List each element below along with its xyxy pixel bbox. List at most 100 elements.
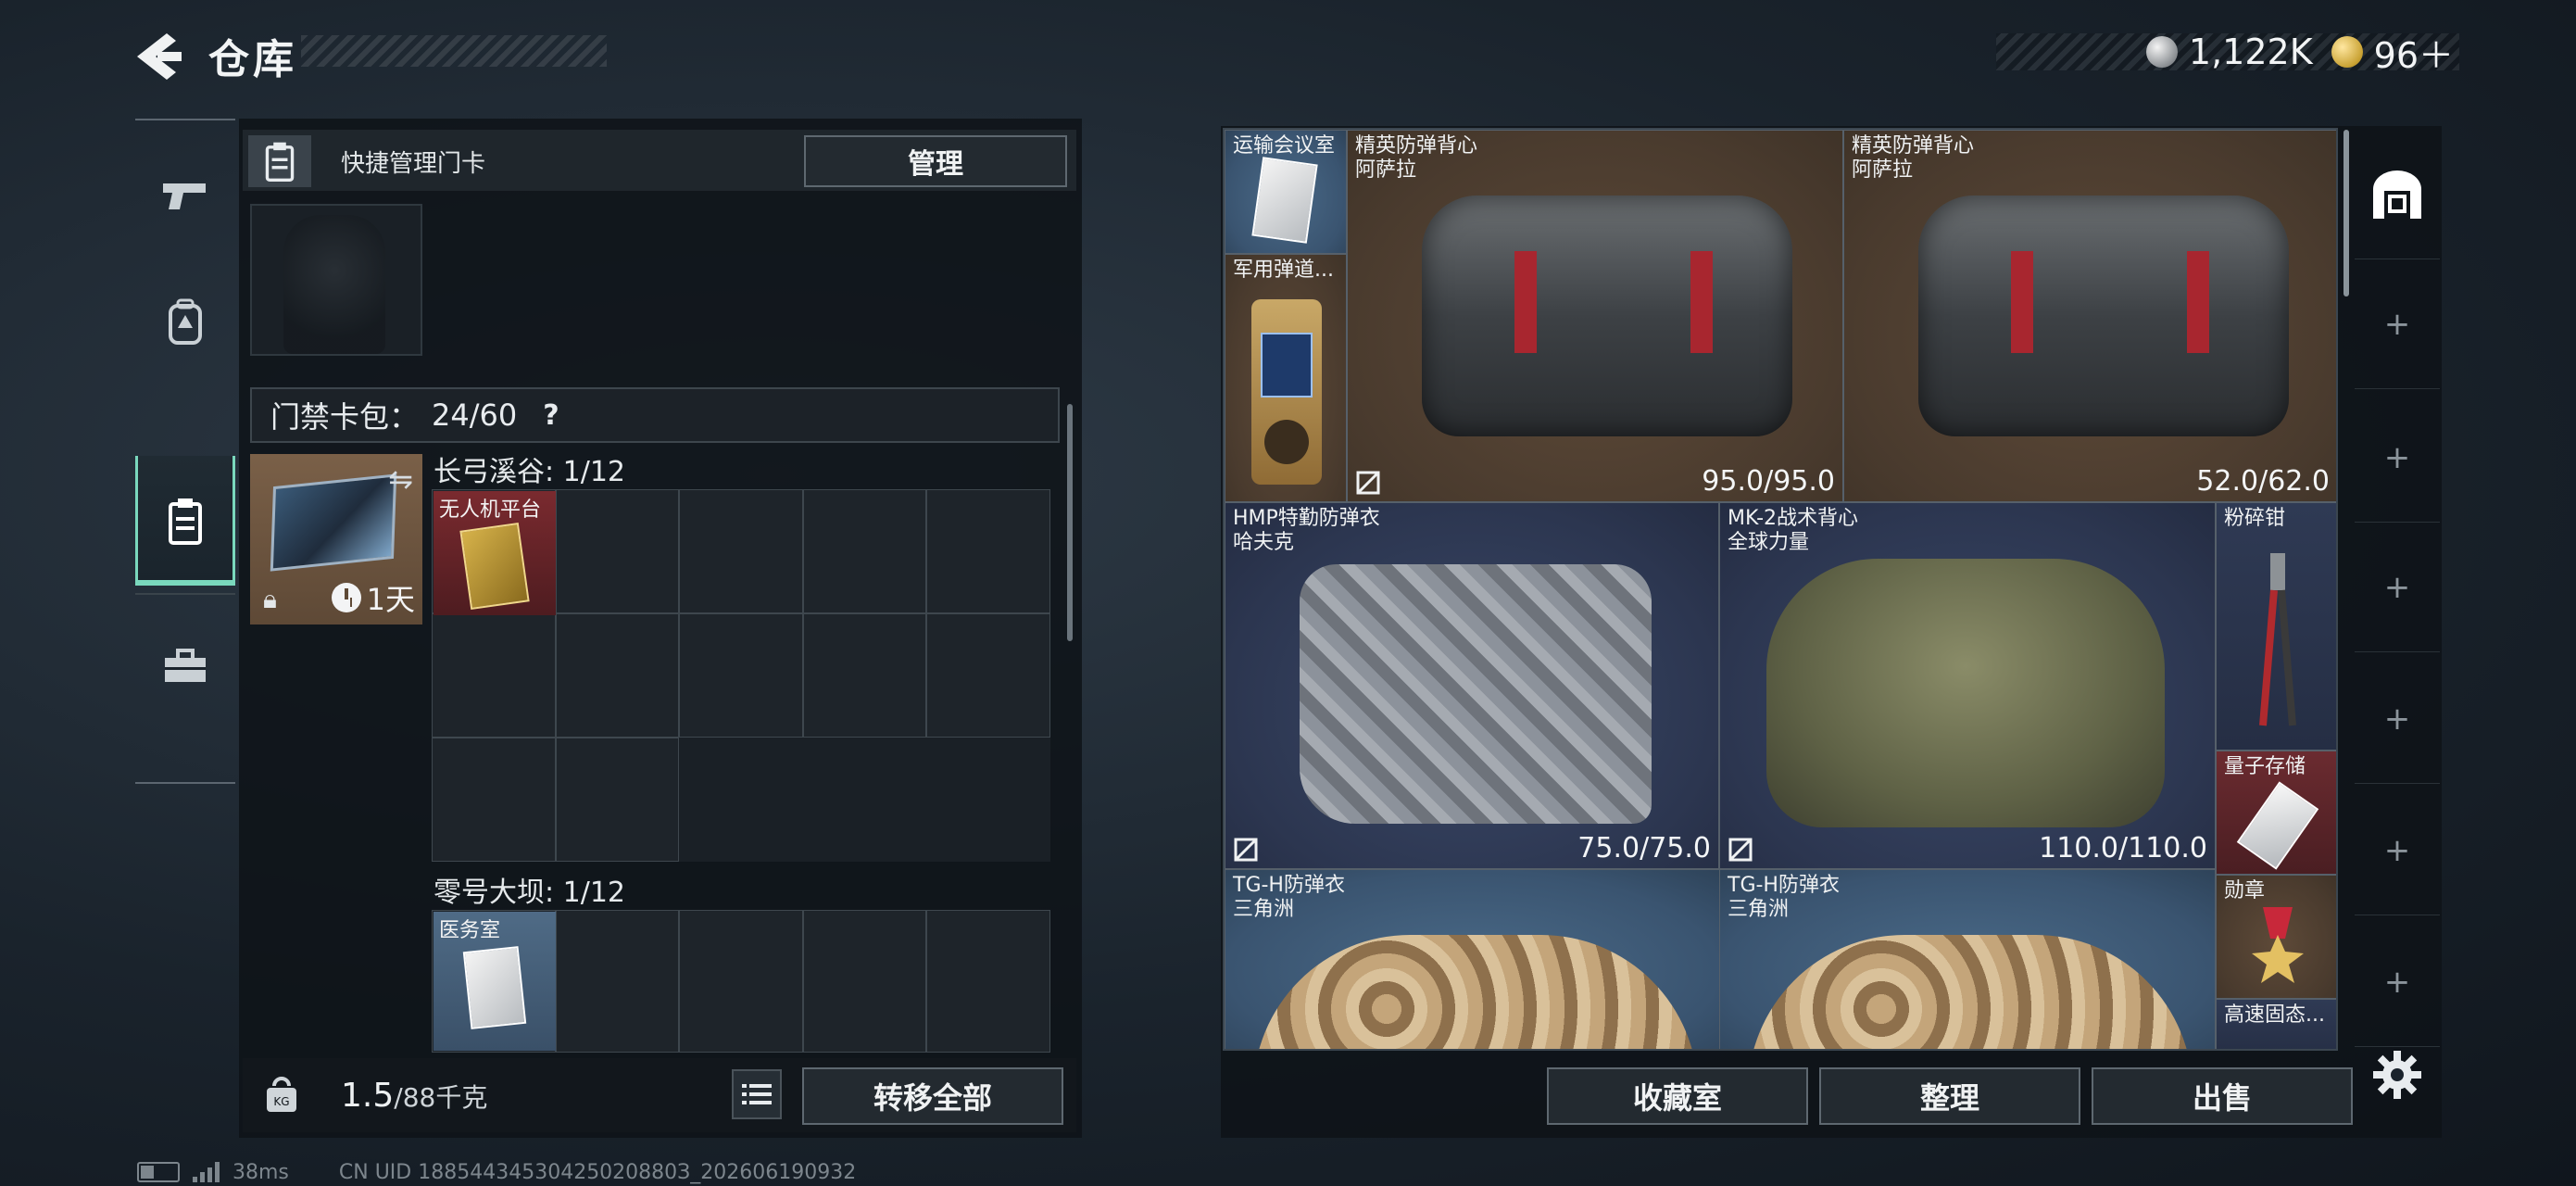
item-name: 粉碎钳 — [2224, 507, 2286, 530]
grid-cell[interactable] — [802, 489, 927, 613]
no-insurance-icon — [1356, 471, 1380, 495]
clock-icon — [331, 583, 361, 612]
stash-item-keycard[interactable]: 运输会议室 — [1225, 130, 1347, 254]
timer-label: 1天 — [366, 582, 415, 617]
grid-cell[interactable] — [555, 910, 680, 1053]
keycard-bag-item[interactable]: ⇋ 🔒︎ 1天 — [250, 454, 422, 625]
signal-icon — [193, 1162, 220, 1182]
silver-amount: 1,122K — [2188, 32, 2313, 72]
stash-item-medal[interactable]: 勋章 — [2216, 875, 2336, 999]
grid-cell[interactable] — [926, 489, 1050, 613]
item-durability: 52.0/62.0 — [2196, 465, 2330, 498]
gold-coin-icon — [2331, 36, 2363, 68]
left-scrollbar[interactable] — [1067, 404, 1073, 641]
grid-cell[interactable] — [802, 613, 927, 738]
grid-cell[interactable] — [926, 613, 1050, 738]
nav-item-toolbox[interactable] — [135, 600, 235, 730]
no-insurance-icon — [1234, 838, 1258, 862]
stash-tab-add[interactable]: + — [2355, 654, 2440, 784]
currency-bar: 1,122K 96＋ — [1996, 32, 2459, 76]
page-title: 仓库 — [208, 36, 297, 83]
item-name: 精英防弹背心 — [1355, 134, 1478, 158]
grid-cell[interactable] — [679, 613, 803, 738]
map-grid-title: 长弓溪谷: 1/12 — [434, 456, 626, 488]
sort-button[interactable]: 整理 — [1819, 1067, 2080, 1125]
stash-tab-main[interactable] — [2355, 130, 2440, 259]
item-faction: 全球力量 — [1728, 531, 1810, 554]
keycard-drone-platform[interactable]: 无人机平台 — [434, 491, 556, 615]
stash-item-hmp-armor[interactable]: HMP特勤防弹衣 哈夫克 75.0/75.0 — [1225, 502, 1719, 869]
item-name: 精英防弹背心 — [1852, 134, 1975, 158]
stash-scrollbar[interactable] — [2344, 130, 2349, 296]
stash-tab-add[interactable]: + — [2355, 259, 2440, 389]
backpack-icon — [169, 298, 202, 345]
card-bag-capacity: 门禁卡包： 24/60 ? — [250, 387, 1060, 443]
help-icon[interactable]: ? — [543, 399, 559, 432]
collection-room-button[interactable]: 收藏室 — [1547, 1067, 1808, 1125]
stash-item-tgh-armor[interactable]: TG-H防弹衣 三角洲 — [1225, 869, 1721, 1049]
vest-image — [1918, 196, 2289, 436]
grid-cell[interactable] — [802, 910, 927, 1053]
stash-tab-add[interactable]: + — [2355, 393, 2440, 523]
grid-empty — [926, 738, 1050, 862]
stash-item-quantum-storage[interactable]: 量子存储 — [2216, 751, 2336, 875]
weight-current: 1.5 — [341, 1077, 395, 1115]
keycard-infirmary[interactable]: 医务室 — [434, 912, 556, 1051]
equipment-slot[interactable] — [250, 204, 422, 356]
grid-cell[interactable] — [432, 738, 556, 862]
quick-manage-icon — [248, 135, 311, 187]
item-name: 量子存储 — [2224, 755, 2306, 778]
backpack-silhouette-icon — [283, 215, 385, 354]
grid-cell[interactable] — [555, 738, 680, 862]
manage-button[interactable]: 管理 — [804, 135, 1067, 187]
grid-cell[interactable] — [555, 489, 680, 613]
stash-page-tabs: + + + + + + — [2355, 130, 2440, 1047]
item-durability: 110.0/110.0 — [2039, 832, 2207, 864]
stash-tab-add[interactable]: + — [2355, 917, 2440, 1047]
stash-item-ssd[interactable]: 高速固态... — [2216, 999, 2336, 1049]
map-grid-title: 零号大坝: 1/12 — [434, 877, 626, 909]
no-insurance-icon — [1728, 838, 1753, 862]
stash-item-elite-vest[interactable]: 精英防弹背心 阿萨拉 95.0/95.0 — [1347, 130, 1843, 502]
stash-tab-add[interactable]: + — [2355, 523, 2440, 652]
stash-item-ballistic-device[interactable]: 军用弹道... — [1225, 254, 1347, 502]
grid-cell[interactable] — [555, 613, 680, 738]
grid-cell[interactable] — [679, 489, 803, 613]
card-case-image — [270, 473, 397, 572]
gold-currency[interactable]: 96＋ — [2331, 27, 2454, 78]
item-name: HMP特勤防弹衣 — [1233, 507, 1380, 530]
stash-item-tgh-armor[interactable]: TG-H防弹衣 三角洲 — [1719, 869, 2216, 1049]
item-name: TG-H防弹衣 — [1728, 874, 1840, 897]
stash-item-bolt-cutter[interactable]: 粉碎钳 — [2216, 502, 2336, 751]
stash-grid: 运输会议室 军用弹道... 精英防弹背心 阿萨拉 95.0/95.0 精英防弹背… — [1223, 128, 2338, 1051]
pistol-icon — [163, 183, 206, 209]
item-faction: 阿萨拉 — [1355, 158, 1417, 182]
settings-gear-icon[interactable] — [2371, 1049, 2423, 1101]
grid-cell[interactable] — [926, 910, 1050, 1053]
stash-item-mk2-vest[interactable]: MK-2战术背心 全球力量 110.0/110.0 — [1719, 502, 2216, 869]
vest-image — [1748, 935, 2193, 1049]
left-category-nav — [135, 119, 235, 786]
transfer-all-button[interactable]: 转移全部 — [802, 1067, 1063, 1125]
bolt-cutter-icon — [2259, 553, 2296, 726]
nav-item-weapons[interactable] — [135, 132, 235, 261]
card-bag-count: 24/60 — [432, 397, 518, 433]
keycard-icon — [265, 142, 295, 182]
silver-currency[interactable]: 1,122K — [2145, 32, 2313, 72]
nav-item-keycards[interactable] — [135, 456, 235, 586]
toolbox-icon — [165, 649, 206, 682]
stash-tab-add[interactable]: + — [2355, 786, 2440, 915]
nav-item-equipment[interactable] — [135, 258, 235, 387]
swap-icon[interactable]: ⇋ — [388, 461, 413, 497]
item-durability: 95.0/95.0 — [1702, 465, 1835, 498]
grid-cell[interactable] — [679, 910, 803, 1053]
ping-value: 38ms — [232, 1160, 289, 1184]
stash-item-elite-vest[interactable]: 精英防弹背心 阿萨拉 52.0/62.0 — [1843, 130, 2336, 502]
status-bar: 38ms CN UID 18854434530425020880З_202606… — [137, 1160, 856, 1184]
back-arrow-icon[interactable] — [130, 32, 185, 82]
item-faction: 三角洲 — [1233, 898, 1295, 921]
sell-button[interactable]: 出售 — [2092, 1067, 2353, 1125]
grid-cell[interactable] — [432, 613, 556, 738]
silver-coin-icon — [2145, 36, 2178, 68]
list-view-button[interactable] — [732, 1069, 782, 1119]
